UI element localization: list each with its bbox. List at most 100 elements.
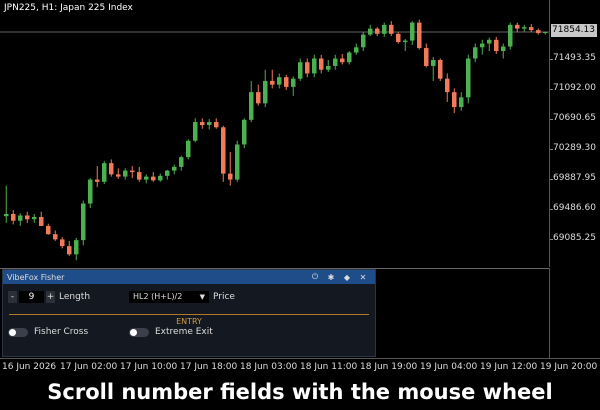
- candle-body: [480, 43, 485, 48]
- candle: [319, 54, 324, 74]
- candle: [256, 84, 261, 106]
- candle-body: [179, 157, 184, 167]
- length-row: - 9 + Length: [8, 291, 90, 303]
- candle-body: [354, 47, 359, 53]
- length-input[interactable]: 9: [19, 291, 44, 303]
- candle-body: [298, 62, 303, 79]
- candle: [158, 173, 163, 182]
- candle: [53, 230, 58, 241]
- time-label: 18 Jun 19:00: [360, 362, 418, 372]
- candle: [144, 174, 149, 184]
- candle: [410, 21, 415, 46]
- candle: [368, 24, 373, 37]
- candle: [326, 59, 331, 72]
- candle: [207, 119, 212, 130]
- chart-title: JPN225, H1: Japan 225 Index: [4, 3, 133, 13]
- vibefox-fisher-panel[interactable]: VibeFox Fisher ⏻ ✱ ◆ ✕ - 9 + Length HL2 …: [2, 269, 376, 357]
- candle-body: [165, 170, 170, 176]
- candle-body: [263, 80, 268, 104]
- candle: [522, 24, 527, 32]
- fisher-cross-toggle[interactable]: [8, 327, 28, 337]
- candle: [81, 200, 86, 246]
- candle-body: [88, 179, 93, 204]
- candle-body: [382, 24, 387, 34]
- candle-body: [207, 122, 212, 126]
- increment-button[interactable]: +: [46, 291, 55, 303]
- candle: [431, 57, 436, 81]
- time-label: 19 Jun 04:00: [420, 362, 478, 372]
- candle-body: [396, 33, 401, 43]
- source-select[interactable]: HL2 (H+L)/2 ▼: [129, 291, 209, 303]
- candle-body: [452, 92, 457, 108]
- candle-body: [389, 24, 394, 34]
- candle: [200, 118, 205, 129]
- candle-body: [193, 122, 198, 141]
- candle-body: [347, 52, 352, 63]
- candle-body: [515, 24, 520, 29]
- candle-body: [326, 65, 331, 70]
- time-axis[interactable]: 16 Jun 2026 17 Jun 02:00 17 Jun 10:00 17…: [0, 358, 600, 374]
- candle: [60, 237, 65, 249]
- candle-body: [536, 30, 541, 34]
- candle-body: [46, 225, 51, 235]
- price-chart[interactable]: JPN225, H1: Japan 225 Index: [0, 0, 550, 267]
- entry-label: ENTRY: [172, 317, 206, 326]
- candle-body: [123, 170, 128, 177]
- time-label: 18 Jun 03:00: [240, 362, 298, 372]
- time-label: 18 Jun 11:00: [300, 362, 358, 372]
- candle-body: [4, 213, 9, 217]
- source-row: HL2 (H+L)/2 ▼ Price: [129, 291, 235, 303]
- time-label: 17 Jun 10:00: [120, 362, 178, 372]
- candle: [459, 92, 464, 111]
- candle-body: [270, 80, 275, 85]
- power-icon[interactable]: ⏻: [307, 272, 323, 282]
- candle: [529, 24, 534, 33]
- candle-body: [144, 176, 149, 180]
- candle-body: [95, 179, 100, 182]
- candle: [438, 58, 443, 81]
- candle-body: [487, 39, 492, 44]
- candle: [165, 169, 170, 180]
- candle-body: [249, 92, 254, 120]
- candle-body: [333, 58, 338, 66]
- candle: [18, 213, 23, 226]
- candle: [403, 39, 408, 52]
- price-axis[interactable]: 71493.35 71092.00 70690.65 70289.30 6988…: [550, 0, 600, 358]
- candle: [494, 36, 499, 55]
- current-price-label: 71854.13: [551, 24, 597, 37]
- candle: [116, 168, 121, 179]
- extreme-exit-toggle[interactable]: [129, 327, 149, 337]
- candle-body: [172, 166, 177, 171]
- candle-body: [438, 59, 443, 79]
- candle-body: [228, 173, 233, 180]
- candle-body: [284, 77, 289, 87]
- candle: [39, 211, 44, 226]
- candle: [242, 118, 247, 149]
- candle-body: [410, 22, 415, 41]
- candle: [347, 51, 352, 65]
- decrement-button[interactable]: -: [8, 291, 17, 303]
- candle: [130, 166, 135, 179]
- candle-body: [214, 122, 219, 128]
- candle-body: [158, 175, 163, 181]
- price-label: 70690.65: [553, 113, 596, 123]
- time-label: 16 Jun 2026: [2, 362, 57, 372]
- candle: [4, 185, 9, 223]
- extreme-exit-label: Extreme Exit: [155, 327, 213, 337]
- candle: [312, 54, 317, 78]
- price-label: 70289.30: [553, 143, 596, 153]
- pin-icon[interactable]: ◆: [339, 273, 355, 282]
- candle: [95, 166, 100, 188]
- candle: [515, 22, 520, 33]
- candle: [445, 73, 450, 102]
- candle: [235, 140, 240, 182]
- panel-header[interactable]: VibeFox Fisher ⏻ ✱ ◆ ✕: [3, 270, 375, 284]
- candle-body: [361, 34, 366, 48]
- candle-body: [67, 246, 72, 255]
- close-icon[interactable]: ✕: [355, 273, 371, 282]
- price-label: 69887.95: [553, 173, 596, 183]
- gear-icon[interactable]: ✱: [323, 273, 339, 282]
- candle-body: [53, 234, 58, 240]
- entry-section-header: ENTRY: [3, 309, 375, 328]
- candle: [375, 27, 380, 37]
